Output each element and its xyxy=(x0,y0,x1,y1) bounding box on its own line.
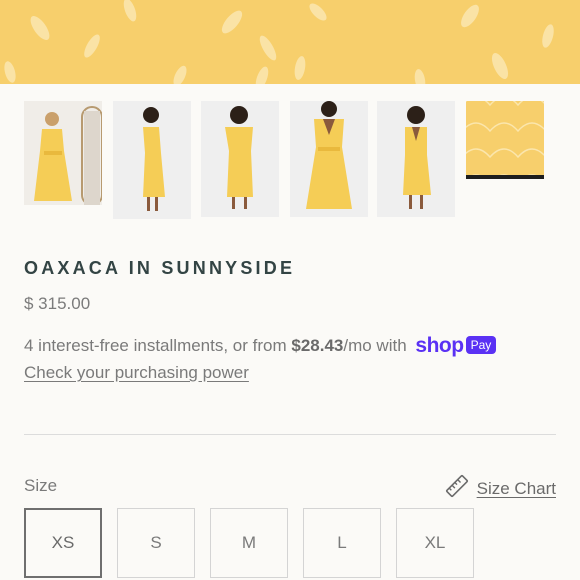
divider xyxy=(24,434,556,435)
thumbnail-5[interactable] xyxy=(377,101,455,217)
installments-amount: $28.43 xyxy=(291,336,344,355)
check-purchasing-power-link[interactable]: Check your purchasing power xyxy=(24,363,249,383)
size-option-s[interactable]: S xyxy=(117,508,195,578)
thumbnail-6-fabric[interactable] xyxy=(466,101,544,179)
thumbnail-gallery xyxy=(24,101,556,221)
ruler-icon xyxy=(445,474,469,503)
size-option-xs[interactable]: XS xyxy=(24,508,102,578)
size-chart-label: Size Chart xyxy=(476,478,556,498)
size-option-l[interactable]: L xyxy=(303,508,381,578)
installments-text: 4 interest-free installments, or from $2… xyxy=(24,334,497,358)
size-option-xl[interactable]: XL xyxy=(396,508,474,578)
installments-suffix: /mo with xyxy=(343,336,407,355)
size-label: Size xyxy=(24,476,58,495)
thumbnail-4[interactable] xyxy=(290,101,368,217)
product-price: $ 315.00 xyxy=(24,294,91,313)
size-option-m[interactable]: M xyxy=(210,508,288,578)
hero-fabric-image xyxy=(0,0,580,84)
size-options: XS S M L XL xyxy=(24,508,474,578)
size-chart-link[interactable]: Size Chart xyxy=(445,474,556,503)
thumbnail-1[interactable] xyxy=(24,101,102,205)
thumbnail-2[interactable] xyxy=(113,101,191,219)
shop-pay-badge: Pay xyxy=(465,336,497,354)
active-thumbnail-indicator xyxy=(466,175,544,179)
thumbnail-3[interactable] xyxy=(201,101,279,217)
product-title: OAXACA IN SUNNYSIDE xyxy=(24,258,296,278)
shop-pay-logo: shop xyxy=(415,334,464,357)
installments-prefix: 4 interest-free installments, or from xyxy=(24,336,292,355)
